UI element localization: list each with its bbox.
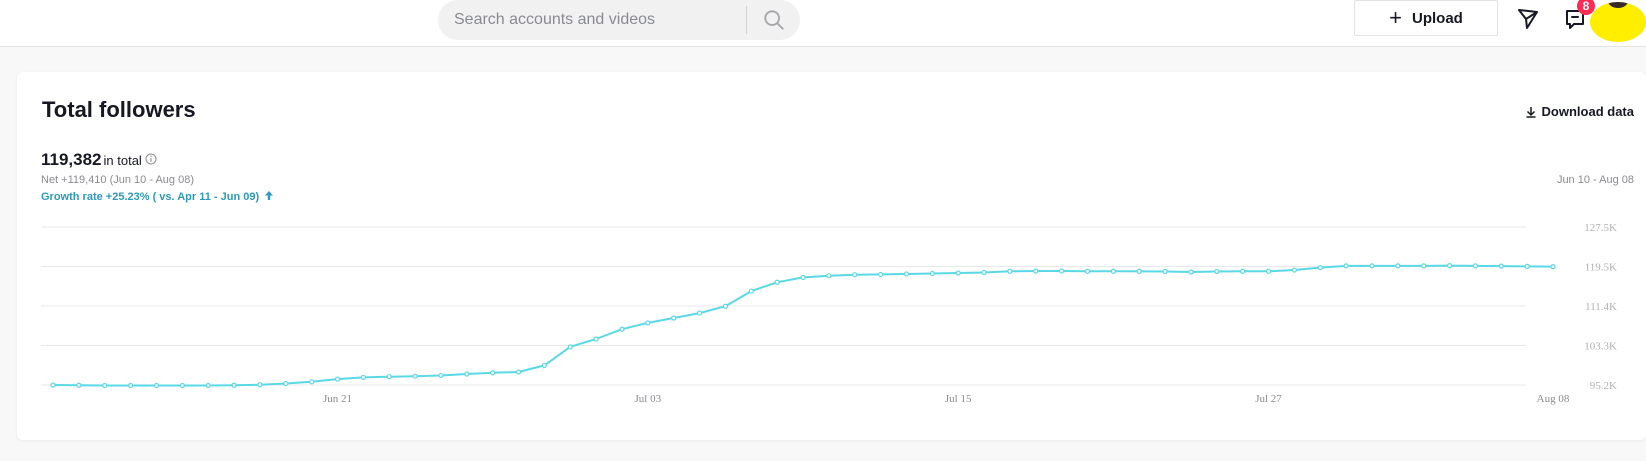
data-point xyxy=(903,271,910,277)
data-point xyxy=(360,374,366,381)
data-point xyxy=(619,326,625,332)
data-point xyxy=(567,344,573,350)
data-point xyxy=(826,273,832,279)
data-point xyxy=(1524,263,1530,269)
data-point xyxy=(257,382,263,388)
y-tick-label: 127.5K xyxy=(1584,222,1617,234)
data-point xyxy=(1084,268,1091,274)
data-point xyxy=(774,279,780,285)
x-tick-label: Jul 15 xyxy=(945,393,972,405)
data-point xyxy=(386,374,392,380)
data-point xyxy=(929,270,935,277)
data-point xyxy=(1136,268,1142,274)
data-point xyxy=(1214,268,1220,275)
data-point xyxy=(671,315,677,321)
followers-line-chart: 127.5K 119.5K 111.4K 103.3K 95.2K Jun 21 Jul 0… xyxy=(41,222,1617,405)
data-point xyxy=(1110,268,1116,274)
data-point xyxy=(179,382,185,389)
x-tick-label: Jun 21 xyxy=(323,393,352,405)
data-point xyxy=(1550,264,1556,270)
data-point xyxy=(490,370,496,376)
data-point xyxy=(464,371,470,377)
x-tick-label: Jul 03 xyxy=(635,393,662,405)
data-point xyxy=(645,320,651,326)
data-point xyxy=(515,369,522,375)
x-tick-label: Jul 27 xyxy=(1255,393,1282,405)
data-point xyxy=(76,382,82,388)
data-point xyxy=(1369,263,1375,269)
data-point xyxy=(981,269,987,276)
data-point xyxy=(438,372,444,379)
data-point xyxy=(1265,268,1272,274)
series-line xyxy=(52,264,1554,387)
data-point xyxy=(1162,268,1168,275)
data-point xyxy=(127,382,134,389)
data-point xyxy=(50,382,56,388)
data-point xyxy=(1059,268,1065,274)
data-point xyxy=(412,373,418,379)
data-point xyxy=(1317,265,1323,271)
data-point xyxy=(541,362,547,369)
data-point xyxy=(696,310,703,316)
data-point xyxy=(1446,263,1453,269)
data-point xyxy=(800,274,806,280)
data-point xyxy=(593,336,599,342)
data-point xyxy=(1421,263,1427,269)
data-point xyxy=(955,270,961,276)
data-point xyxy=(1498,263,1504,269)
x-tick-label: Aug 08 xyxy=(1537,393,1570,405)
data-point xyxy=(877,271,884,278)
data-point xyxy=(1240,268,1246,274)
y-tick-label: 103.3K xyxy=(1584,341,1617,353)
data-point xyxy=(283,380,289,387)
data-point xyxy=(1472,263,1479,269)
data-point xyxy=(102,382,108,389)
data-point xyxy=(1007,268,1013,274)
data-point xyxy=(334,376,341,382)
data-point xyxy=(748,288,754,294)
y-tick-label: 119.5K xyxy=(1585,262,1617,274)
data-point xyxy=(852,272,858,278)
data-point xyxy=(205,382,211,389)
data-point xyxy=(231,382,237,388)
data-point xyxy=(1188,269,1194,275)
data-point xyxy=(1395,263,1401,269)
data-point xyxy=(722,303,729,309)
y-tick-label: 111.4K xyxy=(1585,301,1617,313)
data-point xyxy=(309,379,315,385)
data-point xyxy=(1291,267,1297,273)
data-point xyxy=(1033,268,1039,274)
data-point xyxy=(153,382,160,389)
data-point xyxy=(1343,263,1349,269)
y-tick-label: 95.2K xyxy=(1590,380,1617,392)
